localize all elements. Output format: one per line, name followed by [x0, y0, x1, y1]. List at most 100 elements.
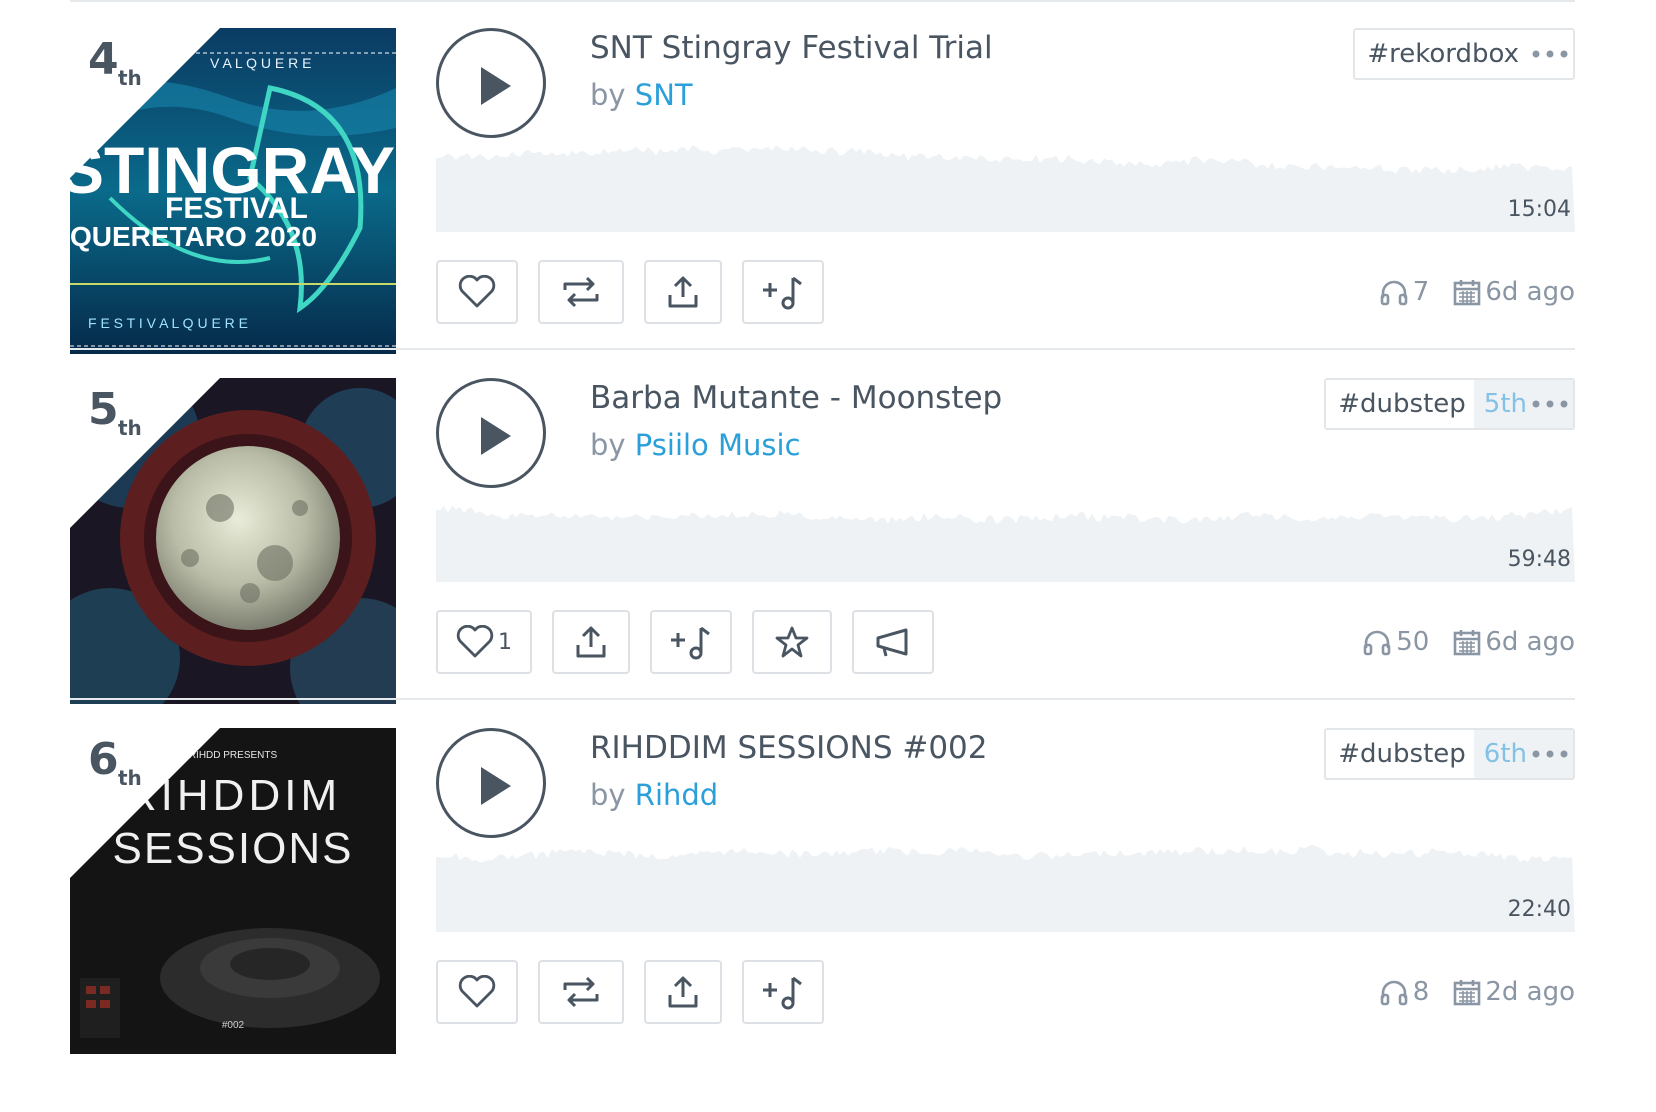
repost-icon [563, 276, 599, 308]
like-button[interactable]: 1 [436, 610, 532, 674]
cover-text: SESSIONS [113, 824, 354, 873]
artist-link[interactable]: SNT [635, 78, 693, 112]
upload-age: 2d ago [1485, 977, 1575, 1007]
cover-text: #002 [222, 1020, 245, 1031]
headphones-icon [1363, 630, 1391, 656]
share-button[interactable] [644, 960, 722, 1024]
more-options-icon[interactable] [1527, 30, 1573, 78]
waveform[interactable] [436, 490, 1575, 582]
track-duration: 22:40 [1505, 897, 1573, 922]
track-byline: by Psiilo Music [590, 428, 801, 462]
play-icon [481, 67, 511, 105]
play-icon [481, 417, 511, 455]
repost-icon [563, 976, 599, 1008]
chart-rank: 6 [88, 734, 119, 785]
play-button[interactable] [436, 378, 546, 488]
action-buttons [436, 960, 844, 1024]
repost-button[interactable] [538, 260, 624, 324]
play-count-value: 7 [1412, 277, 1430, 307]
upload-age: 6d ago [1485, 627, 1575, 657]
more-options-icon[interactable] [1527, 730, 1573, 778]
play-count: 50 [1362, 627, 1429, 657]
tag-box: #dubstep 5th [1324, 378, 1575, 430]
add-to-playlist-icon [763, 276, 802, 310]
genre-rank: 5th [1473, 380, 1527, 428]
track-title[interactable]: SNT Stingray Festival Trial [590, 30, 993, 66]
track-row: 5 th Barba Mutante - Moonstep by Psiilo … [70, 350, 1575, 704]
waveform[interactable] [436, 140, 1575, 232]
tag-box: #dubstep 6th [1324, 728, 1575, 780]
genre-tag[interactable]: #dubstep [1326, 380, 1474, 428]
play-count-value: 8 [1412, 977, 1430, 1007]
tag-box: #rekordbox [1353, 28, 1575, 80]
track-artwork[interactable]: RIHDD PRESENTS RIHDDIM SESSIONS #002 6 t… [70, 728, 396, 1054]
calendar-icon [1454, 980, 1481, 1006]
track-stats: 50 6d ago [1338, 622, 1575, 662]
by-label: by [590, 778, 626, 812]
play-button[interactable] [436, 28, 546, 138]
add-to-playlist-icon [671, 626, 710, 660]
artist-link[interactable]: Psiilo Music [635, 428, 801, 462]
promote-button[interactable] [852, 610, 934, 674]
genre-tag[interactable]: #dubstep [1326, 730, 1474, 778]
share-icon [668, 276, 698, 308]
artist-link[interactable]: Rihdd [635, 778, 718, 812]
add-to-playlist-button[interactable] [742, 260, 824, 324]
track-artwork[interactable]: 5 th [70, 378, 396, 704]
action-buttons: 1 [436, 610, 954, 674]
by-label: by [590, 78, 626, 112]
waveform[interactable] [436, 840, 1575, 932]
genre-rank: 6th [1473, 730, 1527, 778]
heart-icon [456, 625, 494, 658]
track-stats: 8 2d ago [1355, 972, 1575, 1012]
headphones-icon [1380, 980, 1408, 1006]
headphones-icon [1380, 280, 1408, 306]
track-byline: by Rihdd [590, 778, 718, 812]
action-buttons [436, 260, 844, 324]
add-to-playlist-icon [763, 976, 802, 1010]
share-icon [668, 976, 698, 1008]
track-row: RIHDD PRESENTS RIHDDIM SESSIONS #002 6 t… [70, 700, 1575, 1054]
play-count: 8 [1379, 977, 1430, 1007]
repost-button[interactable] [538, 960, 624, 1024]
chart-rank: 4 [88, 34, 119, 85]
track-title[interactable]: Barba Mutante - Moonstep [590, 380, 1002, 416]
chart-rank-suffix: th [118, 766, 142, 790]
calendar-icon [1454, 630, 1481, 656]
share-button[interactable] [552, 610, 630, 674]
like-button[interactable] [436, 960, 518, 1024]
calendar-icon [1454, 280, 1481, 306]
genre-tag[interactable]: #rekordbox [1355, 30, 1527, 78]
star-button[interactable] [752, 610, 832, 674]
track-title[interactable]: RIHDDIM SESSIONS #002 [590, 730, 988, 766]
heart-icon [458, 975, 496, 1008]
track-byline: by SNT [590, 78, 693, 112]
heart-icon [458, 275, 496, 308]
share-button[interactable] [644, 260, 722, 324]
add-to-playlist-button[interactable] [650, 610, 732, 674]
like-count: 1 [498, 629, 512, 655]
upload-date: 6d ago [1453, 627, 1575, 657]
track-artwork[interactable]: V A L Q U E R E STINGRAY FESTIVAL QUERET… [70, 28, 396, 354]
megaphone-icon [876, 628, 908, 657]
cover-text: RIHDD PRESENTS [189, 750, 278, 761]
cover-text: F E S T I V A L Q U E R E [88, 315, 248, 331]
play-button[interactable] [436, 728, 546, 838]
more-options-icon[interactable] [1527, 380, 1573, 428]
chart-rank-suffix: th [118, 66, 142, 90]
like-button[interactable] [436, 260, 518, 324]
track-duration: 59:48 [1505, 547, 1573, 572]
chart-rank: 5 [88, 384, 119, 435]
play-count: 7 [1379, 277, 1430, 307]
upload-date: 6d ago [1453, 277, 1575, 307]
track-row: V A L Q U E R E STINGRAY FESTIVAL QUERET… [70, 0, 1575, 354]
chart-rank-suffix: th [118, 416, 142, 440]
track-duration: 15:04 [1505, 197, 1573, 222]
upload-date: 2d ago [1453, 977, 1575, 1007]
cover-text: QUERETARO 2020 [70, 221, 317, 252]
play-count-value: 50 [1396, 627, 1430, 657]
track-stats: 7 6d ago [1355, 272, 1575, 312]
play-icon [481, 767, 511, 805]
share-icon [576, 626, 606, 658]
add-to-playlist-button[interactable] [742, 960, 824, 1024]
